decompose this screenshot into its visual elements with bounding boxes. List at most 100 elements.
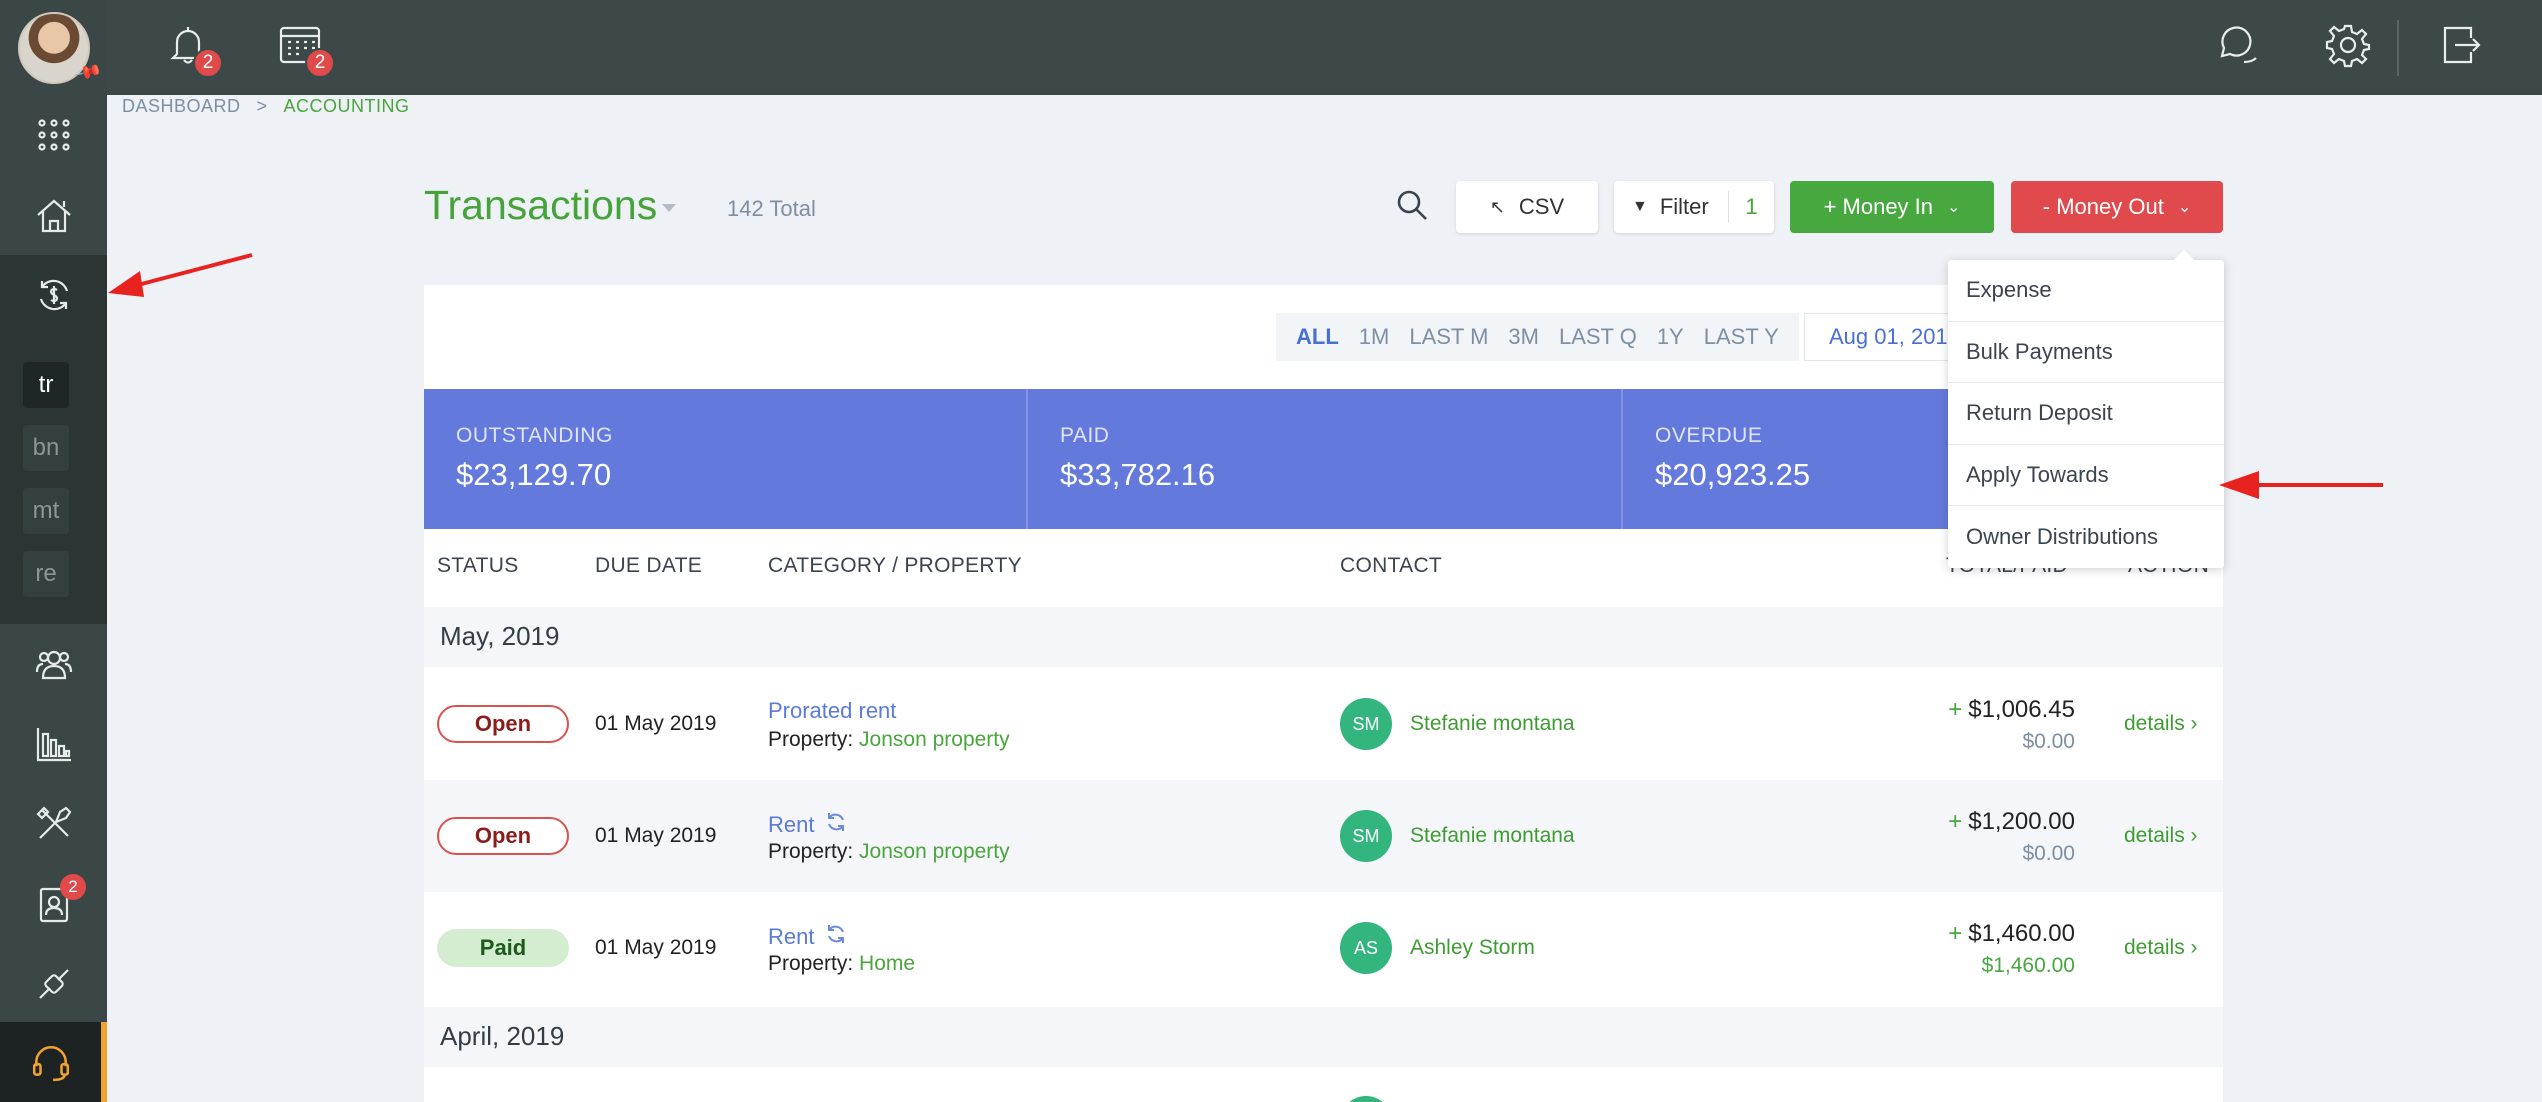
total-amount: + $1,460.00 [1948,920,2075,948]
money-out-button[interactable]: - Money Out ⌄ [2011,181,2223,233]
house-icon [36,199,71,233]
range-all[interactable]: ALL [1296,324,1339,350]
property-line: Property: Jonson property [768,840,1010,864]
category-label: Prorated rent [768,698,897,723]
sidebar-item-accounting[interactable] [0,255,107,335]
due-date: 01 May 2019 [595,824,717,847]
category-link[interactable]: Rent [768,922,848,950]
notifications-button[interactable]: 2 [165,22,223,78]
menu-item-bulk-payments[interactable]: Bulk Payments [1948,322,2224,384]
contacts-badge: 2 [60,874,86,900]
chat-button[interactable] [2214,22,2260,73]
page-title[interactable]: Transactions [424,182,657,229]
summary-label: OVERDUE [1655,424,1763,447]
search-button[interactable] [1395,188,1429,227]
column-header-contact[interactable]: CONTACT [1340,554,1442,578]
sidebar-item-people[interactable] [0,624,107,704]
annotation-arrow-icon [2219,471,2383,499]
table-row[interactable]: Open 01 May 2019 Rent Property: Jonson p… [424,780,2223,892]
logout-button[interactable] [2437,22,2483,73]
summary-value: $20,923.25 [1655,457,1811,492]
bar-chart-icon [36,728,71,762]
submenu-re[interactable]: re [23,551,69,597]
due-date: 01 May 2019 [595,712,717,735]
category-link[interactable]: Rent [768,810,848,838]
topbar: 2 2 [107,0,2542,95]
sidebar-item-reports[interactable] [0,704,107,784]
category-link[interactable]: Prorated rent [768,698,896,724]
range-1m[interactable]: 1M [1359,324,1390,350]
status-badge: Open [437,705,569,743]
summary-outstanding[interactable]: OUTSTANDING $23,129.70 [424,389,612,529]
summary-value: $23,129.70 [456,457,612,492]
range-1y[interactable]: 1Y [1657,324,1684,350]
sidebar-item-contacts[interactable]: 2 [0,864,107,944]
month-group-header: May, 2019 [424,607,2223,667]
breadcrumb-dashboard[interactable]: DASHBOARD [122,96,241,116]
sidebar-item-maintenance[interactable] [0,784,107,864]
csv-export-button[interactable]: ↖ CSV [1456,181,1598,233]
export-arrow-icon: ↖ [1489,196,1505,217]
user-avatar-area[interactable]: 📌 [0,0,107,95]
settings-button[interactable] [2325,22,2371,73]
contact-avatar: AS [1340,922,1392,974]
details-link[interactable]: details › [2124,824,2198,848]
filter-button[interactable]: ▼ Filter 1 [1614,181,1774,233]
summary-paid[interactable]: PAID $33,782.16 [1028,389,1215,529]
contact-link[interactable]: Ashley Storm [1410,936,1535,960]
recurring-icon [824,922,848,946]
contact-link[interactable]: Stefanie montana [1410,824,1575,848]
submenu-bn[interactable]: bn [23,425,69,471]
link-icon [38,969,69,999]
chevron-down-icon: ⌄ [1947,199,1961,216]
breadcrumb-accounting[interactable]: ACCOUNTING [284,96,410,116]
column-header-due-date[interactable]: DUE DATE [595,554,702,578]
summary-overdue[interactable]: OVERDUE $20,923.25 [1623,389,1810,529]
money-out-label: - Money Out [2042,194,2164,219]
chevron-down-icon: ⌄ [2177,199,2192,216]
sidebar-item-properties[interactable] [0,175,107,255]
details-link[interactable]: details › [2124,712,2198,736]
menu-item-owner-distributions[interactable]: Owner Distributions [1948,506,2224,568]
total-amount: + $1,006.45 [1948,696,2075,724]
annotation-arrow-icon [108,253,253,297]
summary-label: OUTSTANDING [456,424,613,447]
due-date: 01 May 2019 [595,936,717,959]
contact-link[interactable]: Stefanie montana [1410,712,1575,736]
month-label: May, 2019 [440,621,560,651]
menu-item-expense[interactable]: Expense [1948,260,2224,322]
table-row[interactable]: Paid 01 May 2019 Rent Property: Home AS … [424,892,2223,1004]
menu-item-apply-towards[interactable]: Apply Towards [1948,445,2224,507]
property-label: Property: [768,840,854,863]
title-dropdown-caret-icon[interactable] [662,204,676,212]
range-3m[interactable]: 3M [1508,324,1539,350]
property-link[interactable]: Home [859,952,915,975]
apps-grid-button[interactable] [0,95,107,175]
total-value: $1,006.45 [1968,696,2075,723]
contact-avatar: SM [1340,810,1392,862]
paid-amount: $1,460.00 [1981,954,2075,977]
table-row[interactable] [424,1068,2223,1102]
submenu-tr[interactable]: tr [23,362,69,408]
range-last-q[interactable]: LAST Q [1559,324,1637,350]
gear-icon [2325,24,2371,68]
column-header-status[interactable]: STATUS [437,554,519,578]
menu-item-return-deposit[interactable]: Return Deposit [1948,383,2224,445]
column-header-category[interactable]: CATEGORY / PROPERTY [768,554,1022,578]
money-in-button[interactable]: + Money In ⌄ [1790,181,1994,233]
calendar-button[interactable]: 2 [277,22,335,78]
details-link[interactable]: details › [2124,936,2198,960]
property-link[interactable]: Jonson property [859,728,1010,751]
date-from-input[interactable]: Aug 01, 201 [1804,313,1954,361]
property-link[interactable]: Jonson property [859,840,1010,863]
table-row[interactable]: Open 01 May 2019 Prorated rent Property:… [424,668,2223,780]
submenu-mt[interactable]: mt [23,488,69,534]
sidebar-item-integrations[interactable] [0,944,107,1024]
filter-label: Filter [1659,194,1709,219]
support-button[interactable] [0,1022,107,1102]
range-last-y[interactable]: LAST Y [1704,324,1779,350]
range-last-m[interactable]: LAST M [1409,324,1488,350]
month-group-header: April, 2019 [424,1007,2223,1067]
accounting-submenu: tr bn mt re [0,335,107,624]
property-label: Property: [768,952,854,975]
